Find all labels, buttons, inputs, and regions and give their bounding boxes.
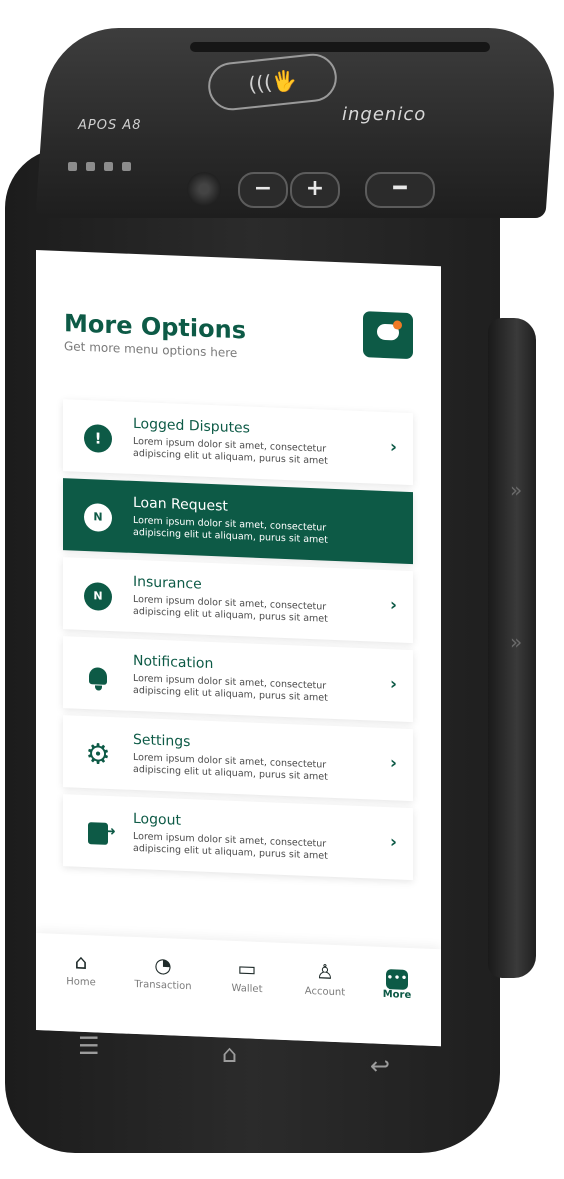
nav-label: Home — [66, 976, 96, 989]
status-led — [104, 162, 113, 171]
printer-slot — [190, 42, 490, 52]
nav-label: More — [382, 988, 412, 1002]
chevron-right-icon: › — [389, 832, 397, 853]
status-led — [86, 162, 95, 171]
page-title: More Options — [64, 309, 246, 345]
gear-icon: ⚙ — [85, 736, 111, 771]
menu-item-title: Settings — [133, 731, 191, 751]
options-menu: ! Logged Disputes Lorem ipsum dolor sit … — [63, 399, 413, 887]
bottom-navigation: ⌂ Home ◔ Transaction ▭ Wallet ♙ Account … — [36, 933, 441, 1047]
menu-item-loan-request[interactable]: N Loan Request Lorem ipsum dolor sit ame… — [63, 478, 413, 565]
home-key-icon[interactable]: ⌂ — [222, 1040, 237, 1068]
menu-key-icon[interactable]: ☰ — [78, 1032, 100, 1060]
weather-button[interactable] — [363, 311, 413, 360]
menu-item-logged-disputes[interactable]: ! Logged Disputes Lorem ipsum dolor sit … — [63, 399, 413, 486]
bell-icon — [89, 666, 107, 685]
sun-icon — [393, 320, 402, 330]
home-icon: ⌂ — [74, 949, 88, 975]
nav-label: Account — [304, 985, 346, 999]
back-key-icon[interactable]: ↩ — [370, 1052, 390, 1080]
device-model-label: APOS A8 — [78, 118, 142, 133]
nav-home[interactable]: ⌂ Home — [46, 947, 116, 989]
menu-item-description: Lorem ipsum dolor sit amet, consectetur … — [133, 593, 328, 625]
menu-item-title: Insurance — [133, 573, 202, 593]
chevron-right-icon: › — [389, 595, 397, 616]
side-chevron-icon: » — [510, 630, 523, 654]
nav-account[interactable]: ♙ Account — [290, 957, 360, 999]
menu-item-description: Lorem ipsum dolor sit amet, consectetur … — [133, 514, 328, 546]
more-icon: ••• — [386, 969, 408, 990]
power-button[interactable]: ━ — [365, 172, 435, 208]
menu-item-description: Lorem ipsum dolor sit amet, consectetur … — [133, 830, 328, 862]
hand-coin-icon: N — [84, 502, 112, 533]
nav-label: Transaction — [134, 978, 192, 993]
menu-item-title: Logout — [133, 810, 181, 829]
wallet-icon: ▭ — [237, 956, 257, 981]
menu-item-logout[interactable]: Logout Lorem ipsum dolor sit amet, conse… — [63, 794, 413, 881]
chevron-right-icon: › — [389, 674, 397, 695]
alert-icon: ! — [84, 423, 112, 454]
camera-lens — [187, 172, 221, 206]
device-brand-label: ingenico — [342, 104, 427, 125]
menu-item-notification[interactable]: Notification Lorem ipsum dolor sit amet,… — [63, 636, 413, 723]
menu-item-title: Logged Disputes — [133, 415, 250, 437]
chevron-right-icon: › — [389, 753, 397, 774]
nav-wallet[interactable]: ▭ Wallet — [212, 954, 282, 996]
status-led — [122, 162, 131, 171]
nav-more[interactable]: ••• More — [362, 960, 432, 1002]
pie-chart-icon: ◔ — [154, 952, 172, 978]
menu-item-description: Lorem ipsum dolor sit amet, consectetur … — [133, 751, 328, 783]
nav-transaction[interactable]: ◔ Transaction — [128, 951, 198, 993]
menu-item-description: Lorem ipsum dolor sit amet, consectetur … — [133, 435, 328, 467]
menu-item-settings[interactable]: ⚙ Settings Lorem ipsum dolor sit amet, c… — [63, 715, 413, 802]
app-screen: More Options Get more menu options here … — [36, 250, 441, 1047]
volume-up-button[interactable]: + — [290, 172, 340, 208]
menu-item-title: Notification — [133, 652, 214, 673]
nav-label: Wallet — [231, 982, 263, 996]
chevron-right-icon: › — [389, 437, 397, 458]
menu-item-description: Lorem ipsum dolor sit amet, consectetur … — [133, 672, 328, 704]
side-chevron-icon: » — [510, 478, 523, 502]
menu-item-title: Loan Request — [133, 494, 228, 515]
user-icon: ♙ — [316, 959, 334, 984]
volume-down-button[interactable]: − — [238, 172, 288, 208]
menu-item-insurance[interactable]: N Insurance Lorem ipsum dolor sit amet, … — [63, 557, 413, 644]
umbrella-coin-icon: N — [84, 581, 112, 612]
status-led — [68, 162, 77, 171]
logout-icon — [88, 822, 108, 845]
